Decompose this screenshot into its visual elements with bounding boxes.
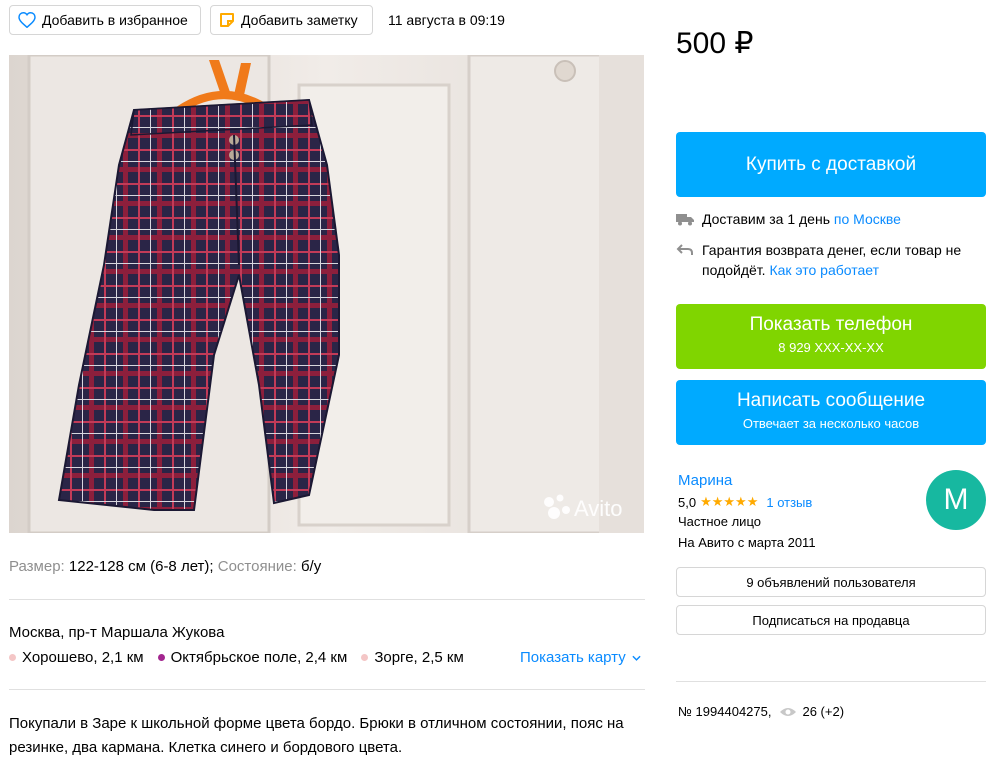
condition-value: б/у bbox=[300, 558, 322, 575]
note-label: Добавить заметку bbox=[241, 12, 358, 28]
metro-station: Хорошево, 2,1 км bbox=[9, 649, 144, 666]
chevron-down-icon bbox=[632, 655, 641, 661]
address: Москва, пр-т Маршала Жукова bbox=[9, 624, 225, 641]
user-ads-label: 9 объявлений пользователя bbox=[746, 574, 916, 590]
metro-station: Октябрьское поле, 2,4 км bbox=[157, 649, 348, 666]
add-to-favorites-button[interactable]: Добавить в избранное bbox=[9, 5, 201, 35]
buy-with-delivery-button[interactable]: Купить с доставкой bbox=[676, 132, 986, 197]
seller-rating: 5,0 ★★★★★ 1 отзыв bbox=[678, 494, 812, 510]
seller-since: На Авито с марта 2011 bbox=[678, 535, 816, 550]
buy-label: Купить с доставкой bbox=[745, 154, 917, 175]
condition-label: Состояние: bbox=[217, 558, 297, 575]
metro-dot-icon bbox=[157, 654, 165, 661]
add-note-button[interactable]: Добавить заметку bbox=[210, 5, 373, 35]
metro-station: Зорге, 2,5 км bbox=[361, 649, 464, 666]
listing-id: № 1994404275, bbox=[678, 704, 772, 719]
avatar[interactable]: М bbox=[926, 470, 986, 530]
star-rating-icon: ★★★★★ bbox=[700, 494, 759, 509]
photo-image: Avito bbox=[9, 55, 644, 533]
guarantee-info: Гарантия возврата денег, если товар не п… bbox=[676, 240, 976, 280]
show-phone-button[interactable]: Показать телефон 8 929 XXX-XX-XX bbox=[676, 304, 986, 369]
svg-text:Avito: Avito bbox=[574, 496, 623, 521]
price: 500 ₽ bbox=[676, 27, 754, 60]
size-label: Размер: bbox=[9, 558, 65, 575]
response-time: Отвечает за несколько часов bbox=[742, 416, 920, 431]
guarantee-link[interactable]: Как это работает bbox=[769, 262, 879, 278]
listing-stats: № 1994404275, 26 (+2) bbox=[678, 704, 844, 719]
size-value: 122-128 см (6-8 лет); bbox=[68, 558, 214, 575]
note-icon bbox=[220, 13, 234, 27]
avatar-letter: М bbox=[943, 483, 969, 516]
truck-icon bbox=[676, 214, 694, 226]
delivery-info: Доставим за 1 день по Москве bbox=[676, 211, 901, 227]
divider bbox=[9, 599, 645, 600]
subscribe-label: Подписаться на продавца bbox=[752, 612, 910, 628]
return-arrow-icon bbox=[676, 244, 693, 255]
item-details: Размер: 122-128 см (6-8 лет); Состояние:… bbox=[9, 558, 321, 575]
reviews-link[interactable]: 1 отзыв bbox=[766, 495, 812, 510]
seller-type: Частное лицо bbox=[678, 514, 761, 529]
metro-station-name: Хорошево, 2,1 км bbox=[22, 649, 144, 666]
metro-dot-icon bbox=[9, 654, 16, 661]
divider bbox=[9, 689, 645, 690]
metro-station-name: Октябрьское поле, 2,4 км bbox=[170, 649, 348, 666]
divider bbox=[676, 681, 986, 682]
listing-date: 11 августа в 09:19 bbox=[388, 12, 505, 28]
view-count: 26 (+2) bbox=[802, 704, 845, 719]
metro-station-name: Зорге, 2,5 км bbox=[374, 649, 464, 666]
metro-dot-icon bbox=[361, 654, 369, 661]
eye-icon bbox=[780, 707, 797, 716]
show-map-label: Показать карту bbox=[520, 649, 626, 666]
write-message-button[interactable]: Написать сообщение Отвечает за несколько… bbox=[676, 380, 986, 445]
show-map-link[interactable]: Показать карту bbox=[520, 649, 641, 666]
item-description: Покупали в Заре к школьной форме цвета б… bbox=[9, 715, 624, 756]
delivery-link[interactable]: по Москве bbox=[834, 211, 901, 227]
seller-name-link[interactable]: Марина bbox=[678, 472, 732, 489]
user-ads-button[interactable]: 9 объявлений пользователя bbox=[676, 567, 986, 597]
write-message-label: Написать сообщение bbox=[736, 390, 926, 411]
metro-stations: Хорошево, 2,1 км Октябрьское поле, 2,4 к… bbox=[9, 649, 478, 666]
favorite-label: Добавить в избранное bbox=[42, 12, 188, 28]
subscribe-seller-button[interactable]: Подписаться на продавца bbox=[676, 605, 986, 635]
show-phone-label: Показать телефон bbox=[749, 314, 913, 335]
delivery-text: Доставим за 1 день bbox=[702, 211, 830, 227]
rating-value: 5,0 bbox=[678, 494, 697, 510]
listing-photo[interactable]: Avito bbox=[9, 55, 644, 533]
phone-number: 8 929 XXX-XX-XX bbox=[778, 340, 884, 355]
heart-icon bbox=[18, 12, 36, 28]
